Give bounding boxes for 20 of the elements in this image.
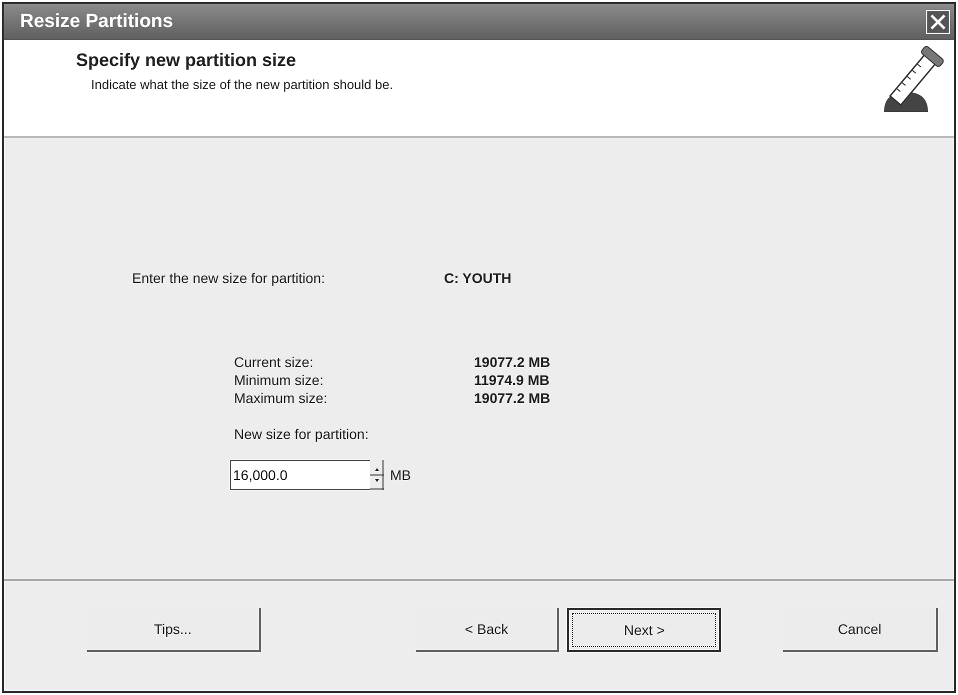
new-size-label: New size for partition: (234, 426, 370, 442)
size-value: 11974.9 MB (474, 372, 550, 388)
page-heading: Specify new partition size (76, 50, 298, 71)
window-title: Resize Partitions (20, 11, 174, 33)
size-label: Maximum size: (234, 390, 328, 406)
dialog-button[interactable]: Next > (567, 608, 722, 652)
size-value: 19077.2 MB (474, 354, 552, 370)
close-icon[interactable] (926, 10, 950, 34)
page-description: Indicate what the size of the new partition should be. (91, 77, 394, 92)
dialog-button[interactable]: Cancel (783, 608, 938, 652)
size-label: Current size: (234, 354, 314, 370)
unit-label: MB (390, 467, 411, 483)
size-label: Minimum size: (234, 372, 324, 388)
size-input-field[interactable]: 16,000.0 (230, 460, 370, 490)
size-value: 19077.2 MB (474, 390, 552, 406)
dialog-button[interactable]: Tips... (87, 608, 261, 652)
partition-label: Enter the new size for partition: (132, 270, 326, 286)
dialog-button[interactable]: < Back (416, 608, 560, 652)
spin-arrows-icon[interactable] (370, 460, 384, 490)
partition-name: C: YOUTH (444, 270, 512, 286)
